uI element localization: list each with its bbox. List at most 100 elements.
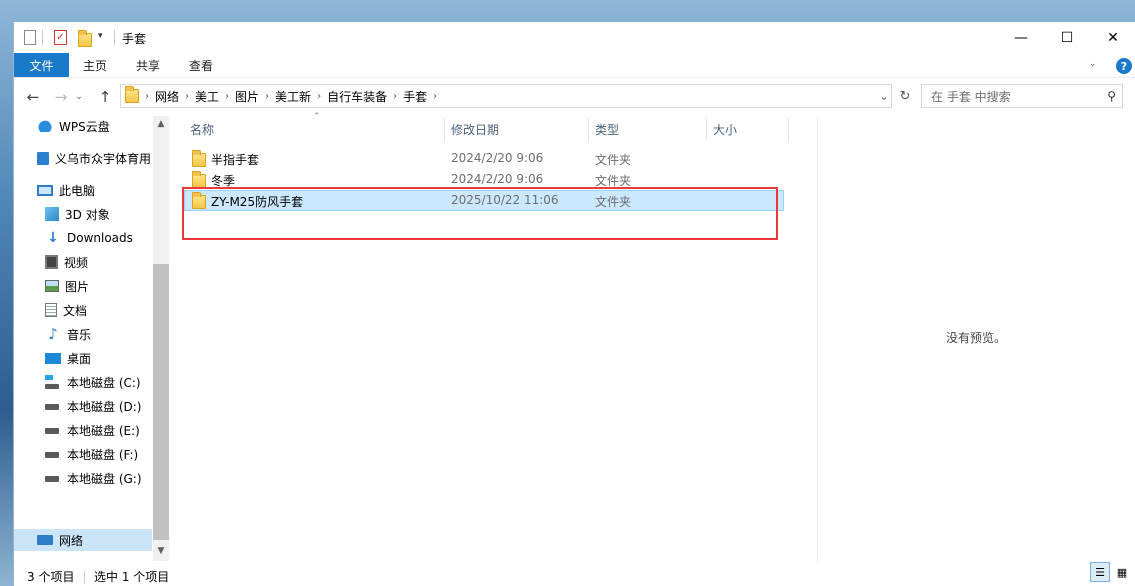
recent-locations-button[interactable]: ⌄ <box>72 88 86 106</box>
tab-share-label: 共享 <box>136 58 161 73</box>
sidebar-item-label: 音乐 <box>67 327 92 342</box>
search-icon[interactable]: ⚲ <box>1107 89 1116 103</box>
file-name: 半指手套 <box>211 153 260 167</box>
breadcrumb-gloves[interactable]: 手套 <box>403 88 427 105</box>
column-divider[interactable] <box>588 117 589 141</box>
breadcrumb-meigong-new[interactable]: 美工新 <box>275 88 311 105</box>
sidebar-item-label: 本地磁盘 (C:) <box>67 375 141 390</box>
computer-icon <box>37 184 53 196</box>
breadcrumb-separator-icon: › <box>185 90 190 102</box>
breadcrumb-meigong[interactable]: 美工 <box>195 88 219 105</box>
title-separator <box>114 30 115 46</box>
column-divider[interactable] <box>706 117 707 141</box>
folder-icon <box>192 150 206 170</box>
search-placeholder: 在 手套 中搜索 <box>931 89 1011 104</box>
column-header-name[interactable]: 名称 <box>190 117 214 141</box>
forward-button[interactable]: → <box>50 88 72 106</box>
sidebar-item-label: 3D 对象 <box>65 207 110 222</box>
preview-divider[interactable] <box>817 117 818 562</box>
breadcrumb-network[interactable]: 网络 <box>155 88 179 105</box>
breadcrumb-pictures[interactable]: 图片 <box>235 88 259 105</box>
arrow-up-icon: ↑ <box>98 88 112 106</box>
chevron-down-icon: ⌄ <box>75 92 83 102</box>
video-icon <box>45 255 58 269</box>
breadcrumb-bike-gear[interactable]: 自行车装备 <box>327 88 387 105</box>
desktop-icon <box>45 352 61 364</box>
scroll-down-arrow-icon[interactable]: ▼ <box>153 544 169 558</box>
tab-file[interactable]: 文件 <box>14 53 69 77</box>
breadcrumb-separator-icon: › <box>265 90 270 102</box>
sidebar-scroll-thumb[interactable] <box>153 264 169 540</box>
column-header-label: 类型 <box>595 122 620 137</box>
sidebar-item-label: 网络 <box>59 533 84 548</box>
sidebar-item-drive-g[interactable]: 本地磁盘 (G:) <box>14 467 152 489</box>
picture-icon <box>45 280 59 292</box>
sidebar-item-network[interactable]: 网络 <box>14 529 152 551</box>
sidebar-item-company[interactable]: 义乌市众宇体育用 <box>14 147 152 169</box>
customize-toolbar-chevron-icon[interactable]: ▾ <box>98 31 103 41</box>
tab-view[interactable]: 查看 <box>189 53 213 77</box>
close-button[interactable]: ✕ <box>1090 22 1135 53</box>
column-header-size[interactable]: 大小 <box>713 117 737 141</box>
file-type: 文件夹 <box>595 153 632 167</box>
search-input[interactable]: 在 手套 中搜索 ⚲ <box>921 84 1123 108</box>
sidebar-item-label: WPS云盘 <box>59 119 110 134</box>
back-button[interactable]: ← <box>22 88 44 106</box>
sidebar-item-drive-f[interactable]: 本地磁盘 (F:) <box>14 443 152 465</box>
tab-home[interactable]: 主页 <box>83 53 107 77</box>
sidebar-item-label: Downloads <box>67 231 133 245</box>
windows-drive-icon <box>45 375 61 389</box>
file-date: 2024/2/20 9:06 <box>451 172 544 186</box>
column-header-date[interactable]: 修改日期 <box>451 117 499 141</box>
sidebar-item-downloads[interactable]: ↓ Downloads <box>14 227 152 249</box>
sidebar-item-drive-d[interactable]: 本地磁盘 (D:) <box>14 395 152 417</box>
minimize-button[interactable]: — <box>998 22 1044 53</box>
column-divider[interactable] <box>788 117 789 141</box>
sidebar-item-documents[interactable]: 文档 <box>14 299 152 321</box>
sidebar-item-label: 本地磁盘 (D:) <box>67 399 142 414</box>
refresh-icon[interactable]: ↻ <box>900 89 911 104</box>
address-bar[interactable]: › 网络 › 美工 › 图片 › 美工新 › 自行车装备 › 手套 › <box>120 84 892 108</box>
maximize-icon: ☐ <box>1060 29 1074 46</box>
expand-ribbon-chevron-icon[interactable]: ⌄ <box>1089 59 1097 69</box>
maximize-button[interactable]: ☐ <box>1044 22 1090 53</box>
table-row[interactable]: 半指手套 2024/2/20 9:06 文件夹 <box>184 148 784 169</box>
new-folder-icon[interactable] <box>78 30 92 50</box>
checkmark-icon[interactable]: ✓ <box>54 30 67 45</box>
sidebar-item-label: 图片 <box>65 279 90 294</box>
sidebar-item-pictures[interactable]: 图片 <box>14 275 152 297</box>
network-icon <box>37 535 53 545</box>
sidebar-item-3d-objects[interactable]: 3D 对象 <box>14 203 152 225</box>
column-divider[interactable] <box>444 117 445 141</box>
up-button[interactable]: ↑ <box>94 88 116 106</box>
arrow-left-icon: ← <box>26 88 40 106</box>
drive-icon <box>45 399 61 413</box>
file-date: 2024/2/20 9:06 <box>451 151 544 165</box>
sidebar-item-drive-e[interactable]: 本地磁盘 (E:) <box>14 419 152 441</box>
minimize-icon: — <box>1014 29 1028 46</box>
sidebar-item-videos[interactable]: 视频 <box>14 251 152 273</box>
details-view-button[interactable]: ☰ <box>1090 562 1110 582</box>
help-icon[interactable]: ? <box>1116 58 1132 74</box>
preview-empty-text: 没有预览。 <box>946 331 1007 345</box>
sidebar-item-this-pc[interactable]: 此电脑 <box>14 179 152 201</box>
highlight-box <box>182 187 778 240</box>
sidebar-item-wps-cloud[interactable]: WPS云盘 <box>14 115 152 137</box>
sidebar-item-drive-c[interactable]: 本地磁盘 (C:) <box>14 371 152 393</box>
tab-file-label: 文件 <box>29 58 54 73</box>
address-history-chevron-icon[interactable]: ⌄ <box>879 90 888 103</box>
sidebar-item-desktop[interactable]: 桌面 <box>14 347 152 369</box>
column-header-label: 修改日期 <box>451 122 500 137</box>
ribbon-divider <box>14 77 1135 78</box>
large-icons-view-button[interactable]: ▦ <box>1112 562 1132 582</box>
folder-icon <box>125 86 139 106</box>
sidebar-item-music[interactable]: ♪ 音乐 <box>14 323 152 345</box>
quick-access-properties-icon[interactable] <box>24 30 36 48</box>
column-header-type[interactable]: 类型 <box>595 117 619 141</box>
sidebar-item-label: 本地磁盘 (G:) <box>67 471 142 486</box>
breadcrumb-separator-icon: › <box>145 90 149 102</box>
column-header-label: 名称 <box>190 122 215 137</box>
tab-share[interactable]: 共享 <box>136 53 160 77</box>
file-explorer-window: ✓ ▾ 手套 — ☐ ✕ 文件 主页 共享 查看 ⌄ ? ← → ⌄ ↑ › 网… <box>13 22 1135 586</box>
scroll-up-arrow-icon[interactable]: ▲ <box>153 117 169 131</box>
